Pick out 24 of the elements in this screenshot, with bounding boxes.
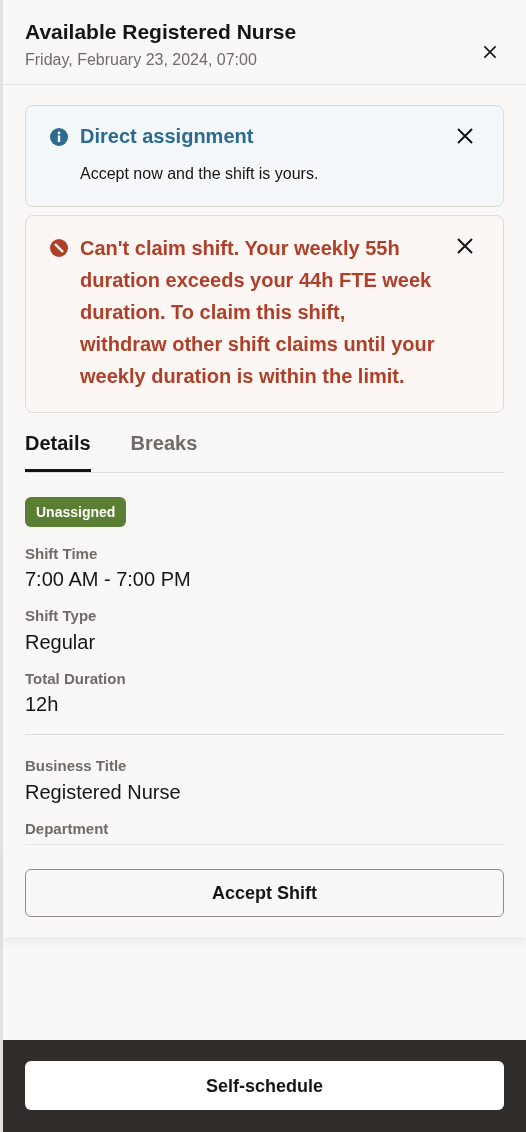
accept-shift-button[interactable]: Accept Shift bbox=[25, 868, 504, 917]
panel-title: Available Registered Nurse bbox=[25, 19, 297, 45]
field-value: Registered Nurse bbox=[25, 779, 182, 805]
field-label: Total Duration bbox=[25, 668, 127, 689]
panel-subtitle: Friday, February 23, 2024, 07:00 bbox=[25, 49, 258, 70]
blocked-icon bbox=[50, 238, 68, 257]
close-icon bbox=[455, 235, 475, 256]
message-text: Accept now and the shift is yours. bbox=[80, 163, 320, 184]
field-value: 12h bbox=[25, 692, 60, 717]
status-badge: Unassigned bbox=[25, 496, 127, 527]
field-label: Business Title bbox=[25, 756, 128, 776]
message-title: Direct assignment bbox=[80, 123, 255, 149]
field-label: Department bbox=[25, 818, 110, 839]
field-value: Regular bbox=[25, 629, 97, 655]
tab[interactable]: Breaks bbox=[130, 428, 198, 472]
message-title: Can't claim shift. Your weekly 55h duration exceeds your 44h FTE week duration. To claim this shift, withdraw other shift claims until your weekly duration is within the limit. bbox=[80, 235, 435, 389]
field-value: 7:00 AM - 7:00 PM bbox=[25, 567, 192, 592]
close-icon bbox=[482, 44, 498, 60]
field-label: Shift Type bbox=[25, 606, 98, 626]
self-schedule-button[interactable]: Self-schedule bbox=[25, 1061, 504, 1110]
field-label: Shift Time bbox=[25, 543, 99, 564]
close-icon bbox=[455, 125, 475, 146]
info-icon bbox=[50, 127, 68, 146]
tab[interactable]: Details bbox=[25, 428, 91, 472]
